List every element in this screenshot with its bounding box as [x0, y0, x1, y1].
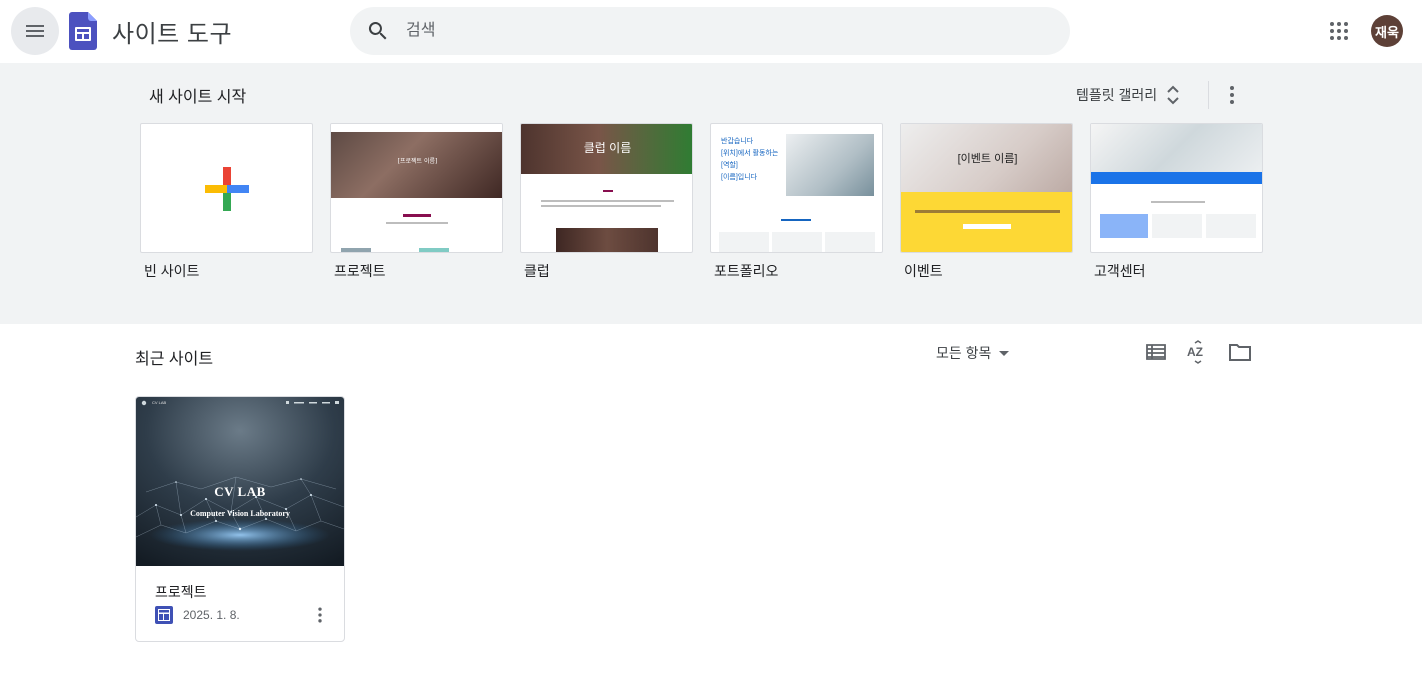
template-portfolio[interactable]: 반갑습니다 [위치]에서 활동하는 [역할] [이름]입니다 포트폴리오 [710, 123, 883, 279]
main-menu-button[interactable] [11, 7, 59, 55]
template-thumbnail[interactable]: [이벤트 이름] [900, 123, 1073, 253]
thumb-line: [위치]에서 활동하는 [721, 150, 779, 157]
thumb-button [963, 224, 1011, 229]
list-view-icon [1146, 344, 1166, 360]
thumb-text-line [541, 205, 661, 207]
template-thumbnail[interactable]: 클럽 이름 [520, 123, 693, 253]
template-event[interactable]: [이벤트 이름] 이벤트 [900, 123, 1073, 279]
template-section: 새 사이트 시작 템플릿 갤러리 빈 사이트 [프로젝트 이름] 프로젝트 클럽… [0, 63, 1422, 324]
hamburger-menu-icon [26, 25, 44, 37]
site-name: 프로젝트 [155, 584, 207, 600]
thumb-image [556, 228, 658, 252]
thumb-card [772, 232, 822, 252]
thumb-intro-text: 반갑습니다 [위치]에서 활동하는 [역할] [이름]입니다 [721, 136, 778, 184]
template-thumbnail[interactable]: [프로젝트 이름] [330, 123, 503, 253]
template-gallery-label: 템플릿 갤러리 [1076, 87, 1158, 103]
apps-grid-icon [1330, 22, 1348, 40]
thumb-text-line [386, 222, 448, 224]
thumb-hero-image [331, 132, 502, 198]
thumb-line: [이름]입니다 [721, 174, 758, 181]
template-label: 포트폴리오 [714, 263, 779, 279]
thumb-title: CV LAB [214, 484, 266, 499]
sort-button[interactable]: AZ [1182, 336, 1214, 368]
thumb-text-line [403, 214, 431, 217]
thumb-nav [331, 124, 502, 132]
site-card[interactable]: CV LAB CV LAB Computer Vision Laboratory… [135, 396, 345, 642]
template-blank[interactable]: 빈 사이트 [140, 123, 313, 279]
template-label: 고객센터 [1094, 263, 1146, 279]
account-avatar[interactable]: 재욱 [1371, 15, 1403, 47]
site-thumbnail[interactable]: CV LAB CV LAB Computer Vision Laboratory [136, 397, 344, 566]
template-label: 클럽 [524, 263, 550, 279]
template-project[interactable]: [프로젝트 이름] 프로젝트 [330, 123, 503, 279]
toolbar-divider [1208, 81, 1209, 109]
file-picker-button[interactable] [1224, 336, 1256, 368]
thumb-line: [역할] [721, 162, 738, 169]
thumb-text-line [781, 219, 811, 221]
thumb-image [341, 248, 371, 252]
more-vert-icon [318, 607, 322, 623]
thumb-nav-brand: CV LAB [152, 400, 167, 405]
google-apps-button[interactable] [1319, 11, 1359, 51]
template-thumbnail[interactable] [1090, 123, 1263, 253]
thumb-text-line [603, 190, 613, 192]
thumb-hero-image [786, 134, 874, 196]
google-sites-logo-icon[interactable] [69, 12, 97, 54]
thumb-banner [901, 192, 1072, 252]
thumb-subtitle: Computer Vision Laboratory [190, 509, 290, 518]
thumb-card-highlight [1100, 214, 1148, 238]
list-view-button[interactable] [1140, 336, 1172, 368]
thumb-text-line [1151, 201, 1205, 203]
more-vert-icon [1230, 86, 1234, 104]
thumb-text-line [915, 210, 1060, 213]
template-label: 빈 사이트 [144, 263, 200, 279]
template-thumbnail[interactable]: 반갑습니다 [위치]에서 활동하는 [역할] [이름]입니다 [710, 123, 883, 253]
sites-document-icon [155, 606, 173, 628]
recent-sites-title: 최근 사이트 [135, 351, 214, 368]
thumb-banner [1091, 172, 1262, 184]
thumb-card [825, 232, 875, 252]
site-date: 2025. 1. 8. [183, 608, 240, 622]
top-app-bar: 사이트 도구 재욱 [0, 0, 1422, 63]
template-more-button[interactable] [1216, 77, 1248, 113]
owner-filter-dropdown[interactable]: 모든 항목 [928, 337, 1017, 369]
cv-lab-hero-image [136, 397, 344, 566]
thumb-heading: 클럽 이름 [583, 141, 632, 155]
search-input[interactable] [406, 7, 1046, 55]
template-help-center[interactable]: 고객센터 [1090, 123, 1263, 279]
thumb-card [1152, 214, 1202, 238]
thumb-card [719, 232, 769, 252]
sort-az-icon: AZ [1187, 340, 1203, 364]
search-bar[interactable] [350, 7, 1070, 55]
template-label: 프로젝트 [334, 263, 386, 279]
search-icon[interactable] [366, 19, 390, 43]
thumb-heading: [이벤트 이름] [957, 153, 1018, 165]
owner-filter-label: 모든 항목 [936, 345, 992, 361]
dropdown-arrow-icon [999, 350, 1010, 356]
thumb-card [1206, 214, 1256, 238]
template-label: 이벤트 [904, 263, 943, 279]
folder-icon [1229, 344, 1251, 361]
thumb-line: 반갑습니다 [721, 138, 754, 145]
thumb-hero-image [1091, 124, 1262, 172]
template-gallery-button[interactable]: 템플릿 갤러리 [1066, 77, 1191, 113]
plus-icon [205, 167, 249, 211]
thumb-image [419, 248, 449, 252]
template-thumbnail[interactable] [140, 123, 313, 253]
app-title: 사이트 도구 [112, 21, 233, 48]
svg-text:AZ: AZ [1187, 345, 1203, 359]
unfold-more-icon [1167, 85, 1179, 105]
template-club[interactable]: 클럽 이름 클럽 [520, 123, 693, 279]
thumb-text-line [541, 200, 674, 202]
thumb-heading: [프로젝트 이름] [397, 158, 438, 165]
site-more-button[interactable] [308, 601, 332, 629]
new-site-title: 새 사이트 시작 [149, 89, 247, 106]
